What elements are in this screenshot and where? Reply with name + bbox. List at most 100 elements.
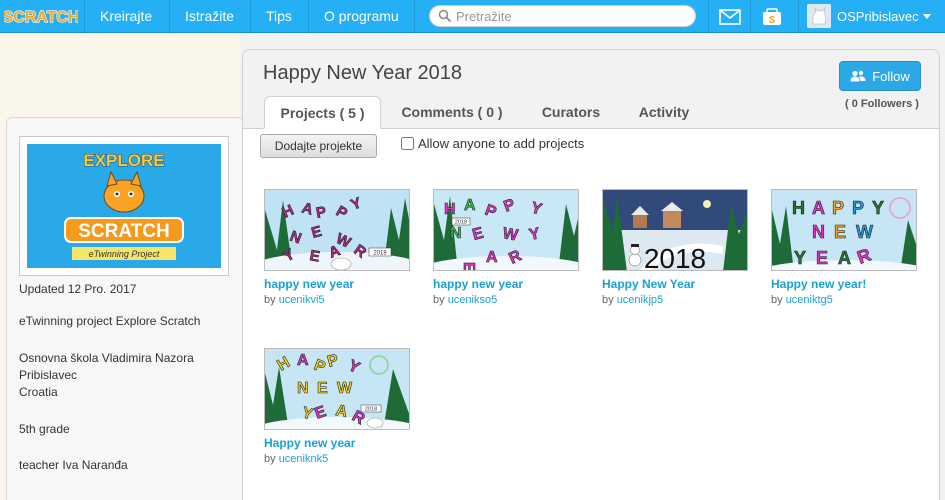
- page-title: Happy New Year 2018: [263, 62, 463, 84]
- studio-description-line: 5th grade: [19, 422, 70, 436]
- tab-activity[interactable]: Activity: [627, 96, 701, 128]
- svg-text:Y: Y: [794, 248, 806, 268]
- project-card[interactable]: 2018 Happy New Year by ucenikjp5: [602, 189, 748, 306]
- svg-text:A: A: [486, 249, 498, 266]
- nav-about[interactable]: O programu: [308, 0, 415, 33]
- svg-text:A: A: [812, 198, 825, 218]
- project-byline: by ucenikvi5: [264, 294, 325, 306]
- project-thumbnail[interactable]: H A P P Y N E W Y E A R: [771, 189, 917, 271]
- svg-text:S: S: [768, 15, 775, 26]
- project-thumbnail-image: H A P P Y N E W Y E A R 2018: [434, 190, 578, 271]
- svg-text:SCRATCH: SCRATCH: [78, 221, 169, 242]
- user-menu[interactable]: OSPribislavec: [798, 0, 945, 33]
- svg-text:A: A: [297, 352, 309, 369]
- tab-projects-active[interactable]: Projects ( 5 ): [264, 96, 381, 129]
- project-title[interactable]: Happy New Year: [602, 277, 748, 291]
- svg-text:EXPLORE: EXPLORE: [83, 151, 164, 170]
- messages-button[interactable]: [708, 0, 750, 33]
- svg-text:N: N: [450, 225, 462, 242]
- project-thumbnail[interactable]: 2018: [602, 189, 748, 271]
- allow-anyone-checkbox[interactable]: [401, 137, 414, 150]
- user-avatar-icon: [807, 4, 831, 28]
- studio-description-line: teacher Iva Naranđa: [19, 458, 128, 472]
- svg-text:W: W: [856, 222, 873, 242]
- project-thumbnail-image: H A P P Y N E W Y E A R 2018: [265, 190, 409, 270]
- svg-text:2018: 2018: [455, 220, 467, 226]
- svg-text:W: W: [337, 380, 353, 397]
- project-thumbnail[interactable]: H A P P Y N E W Y E A R 2018: [433, 189, 579, 271]
- project-author[interactable]: uceniktg5: [786, 294, 833, 306]
- studio-thumbnail-image: EXPLORE SCRATCH eTwinning Project: [27, 144, 221, 268]
- project-thumbnail[interactable]: H A P P Y N E W Y E A R 2018: [264, 348, 410, 430]
- studio-header: Happy New Year 2018 Follow ( 0 Followers…: [243, 50, 939, 169]
- followers-count: ( 0 Followers ): [845, 98, 919, 110]
- follow-button[interactable]: Follow: [839, 61, 921, 91]
- project-thumbnail-image: 2018: [603, 190, 747, 271]
- project-card[interactable]: H A P P Y N E W Y E A R 2018 Happy new y…: [264, 348, 410, 465]
- project-thumbnail-image: H A P P Y N E W Y E A R: [772, 190, 916, 270]
- project-card[interactable]: H A P P Y N E W Y E A R Happy new year! …: [771, 189, 917, 306]
- studio-updated: Updated 12 Pro. 2017: [19, 282, 137, 296]
- chevron-down-icon: [923, 14, 931, 19]
- svg-text:N: N: [812, 222, 825, 242]
- project-byline: by ucenikso5: [433, 294, 498, 306]
- messages-icon: [718, 8, 741, 25]
- studio-thumbnail: EXPLORE SCRATCH eTwinning Project: [19, 136, 229, 276]
- project-author[interactable]: ucenikjp5: [617, 294, 663, 306]
- top-nav-bar: SCRATCH Kreirajte Istražite Tips O progr…: [0, 0, 945, 33]
- svg-text:A: A: [838, 248, 851, 268]
- svg-text:2018: 2018: [373, 251, 387, 257]
- search-input[interactable]: [456, 7, 686, 25]
- project-title[interactable]: happy new year: [433, 277, 579, 291]
- my-stuff-icon: S: [762, 7, 781, 26]
- studio-description-line: Osnovna škola Vladimira Nazora: [19, 351, 194, 365]
- tab-comments[interactable]: Comments ( 0 ): [393, 96, 511, 128]
- project-byline: by uceniktg5: [771, 294, 833, 306]
- project-byline: by uceniknk5: [264, 453, 329, 465]
- svg-text:P: P: [832, 198, 844, 218]
- project-title[interactable]: Happy new year!: [771, 277, 917, 291]
- svg-text:N: N: [297, 380, 309, 397]
- svg-text:P: P: [852, 198, 864, 218]
- tab-curators[interactable]: Curators: [529, 96, 613, 128]
- project-author[interactable]: ucenikvi5: [279, 294, 325, 306]
- svg-text:E: E: [460, 262, 477, 271]
- studio-description-line: eTwinning project Explore Scratch: [19, 314, 201, 328]
- project-thumbnail-image: H A P P Y N E W Y E A R 2018: [265, 349, 409, 429]
- studio-description-line: Croatia: [19, 385, 58, 399]
- svg-text:H: H: [444, 201, 456, 218]
- studio-description-line: Pribislavec: [19, 368, 78, 382]
- studio-main-panel: Happy New Year 2018 Follow ( 0 Followers…: [242, 49, 940, 500]
- search-icon: [438, 9, 452, 23]
- my-stuff-button[interactable]: S: [750, 0, 792, 33]
- svg-text:H: H: [792, 198, 805, 218]
- scratch-logo[interactable]: SCRATCH: [4, 4, 78, 28]
- add-projects-button[interactable]: Dodajte projekte: [260, 134, 377, 158]
- svg-text:E: E: [816, 248, 828, 268]
- project-byline: by ucenikjp5: [602, 294, 664, 306]
- nav-tips[interactable]: Tips: [250, 0, 307, 33]
- project-title[interactable]: Happy new year: [264, 436, 410, 450]
- project-thumbnail[interactable]: H A P P Y N E W Y E A R 2018: [264, 189, 410, 271]
- svg-text:E: E: [834, 222, 846, 242]
- project-title[interactable]: happy new year: [264, 277, 410, 291]
- users-icon: [850, 70, 866, 82]
- nav-explore[interactable]: Istražite: [169, 0, 249, 33]
- svg-text:2018: 2018: [365, 407, 377, 413]
- project-card[interactable]: H A P P Y N E W Y E A R 2018 happy new y…: [433, 189, 579, 306]
- project-author[interactable]: uceniknk5: [279, 453, 329, 465]
- search-box[interactable]: [429, 5, 696, 27]
- svg-text:A: A: [464, 197, 476, 214]
- svg-text:Y: Y: [872, 198, 884, 218]
- follow-button-label: Follow: [872, 68, 910, 84]
- user-name: OSPribislavec: [837, 9, 919, 24]
- project-card[interactable]: H A P P Y N E W Y E A R 2018 happy new y…: [264, 189, 410, 306]
- allow-anyone-label: Allow anyone to add projects: [418, 136, 585, 151]
- svg-text:E: E: [317, 380, 328, 397]
- scratch-logo-icon: SCRATCH: [4, 8, 78, 26]
- nav-create[interactable]: Kreirajte: [84, 0, 167, 33]
- avatar: [807, 4, 831, 28]
- svg-text:eTwinning Project: eTwinning Project: [89, 249, 160, 259]
- svg-text:2018: 2018: [644, 243, 706, 271]
- project-author[interactable]: ucenikso5: [448, 294, 498, 306]
